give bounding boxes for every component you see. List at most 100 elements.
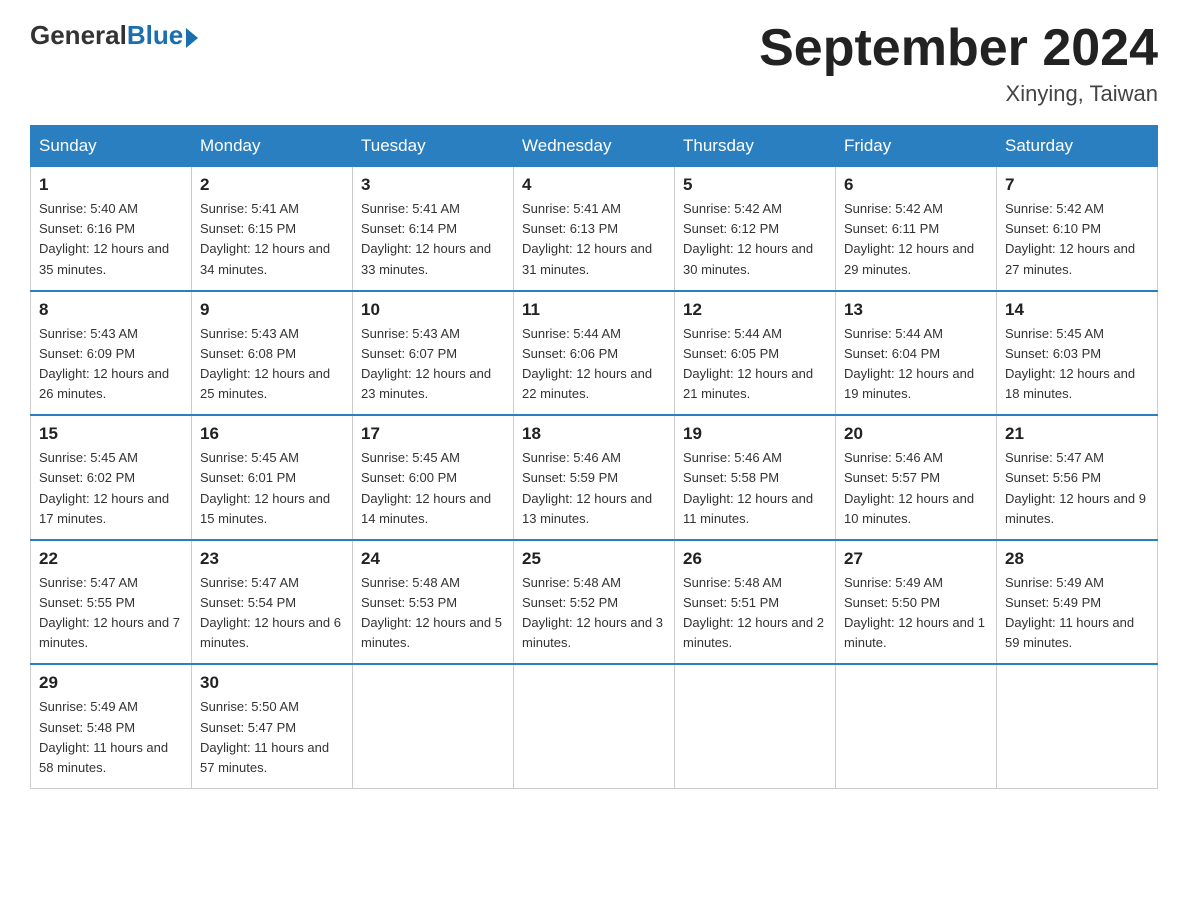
day-cell: 1 Sunrise: 5:40 AMSunset: 6:16 PMDaylight… xyxy=(31,167,192,291)
day-info: Sunrise: 5:47 AMSunset: 5:56 PMDaylight:… xyxy=(1005,448,1149,529)
header-wednesday: Wednesday xyxy=(514,126,675,167)
day-cell: 17 Sunrise: 5:45 AMSunset: 6:00 PMDayligh… xyxy=(353,415,514,540)
day-number: 20 xyxy=(844,424,988,444)
location: Xinying, Taiwan xyxy=(759,81,1158,107)
day-cell: 10 Sunrise: 5:43 AMSunset: 6:07 PMDayligh… xyxy=(353,291,514,416)
day-info: Sunrise: 5:45 AMSunset: 6:03 PMDaylight:… xyxy=(1005,324,1149,405)
day-number: 16 xyxy=(200,424,344,444)
day-info: Sunrise: 5:43 AMSunset: 6:09 PMDaylight:… xyxy=(39,324,183,405)
day-number: 3 xyxy=(361,175,505,195)
day-cell: 5 Sunrise: 5:42 AMSunset: 6:12 PMDaylight… xyxy=(675,167,836,291)
day-cell: 21 Sunrise: 5:47 AMSunset: 5:56 PMDayligh… xyxy=(997,415,1158,540)
day-number: 23 xyxy=(200,549,344,569)
day-info: Sunrise: 5:47 AMSunset: 5:55 PMDaylight:… xyxy=(39,573,183,654)
day-number: 1 xyxy=(39,175,183,195)
day-info: Sunrise: 5:45 AMSunset: 6:02 PMDaylight:… xyxy=(39,448,183,529)
week-row-2: 8Sunrise: 5:43 AMSunset: 6:09 PMDaylight… xyxy=(31,291,1158,416)
logo-blue-text: Blue xyxy=(127,20,183,51)
day-number: 25 xyxy=(522,549,666,569)
logo-general-text: General xyxy=(30,20,127,51)
day-cell: 11 Sunrise: 5:44 AMSunset: 6:06 PMDayligh… xyxy=(514,291,675,416)
day-cell: 14 Sunrise: 5:45 AMSunset: 6:03 PMDayligh… xyxy=(997,291,1158,416)
day-info: Sunrise: 5:50 AMSunset: 5:47 PMDaylight:… xyxy=(200,697,344,778)
day-info: Sunrise: 5:41 AMSunset: 6:14 PMDaylight:… xyxy=(361,199,505,280)
day-cell: 26 Sunrise: 5:48 AMSunset: 5:51 PMDayligh… xyxy=(675,540,836,665)
day-number: 4 xyxy=(522,175,666,195)
day-info: Sunrise: 5:46 AMSunset: 5:57 PMDaylight:… xyxy=(844,448,988,529)
day-info: Sunrise: 5:43 AMSunset: 6:07 PMDaylight:… xyxy=(361,324,505,405)
day-cell xyxy=(675,664,836,788)
day-cell: 28 Sunrise: 5:49 AMSunset: 5:49 PMDayligh… xyxy=(997,540,1158,665)
day-info: Sunrise: 5:45 AMSunset: 6:01 PMDaylight:… xyxy=(200,448,344,529)
day-info: Sunrise: 5:44 AMSunset: 6:04 PMDaylight:… xyxy=(844,324,988,405)
header-friday: Friday xyxy=(836,126,997,167)
day-info: Sunrise: 5:49 AMSunset: 5:49 PMDaylight:… xyxy=(1005,573,1149,654)
day-cell: 18 Sunrise: 5:46 AMSunset: 5:59 PMDayligh… xyxy=(514,415,675,540)
day-cell: 24 Sunrise: 5:48 AMSunset: 5:53 PMDayligh… xyxy=(353,540,514,665)
day-info: Sunrise: 5:48 AMSunset: 5:53 PMDaylight:… xyxy=(361,573,505,654)
day-number: 26 xyxy=(683,549,827,569)
day-cell: 7Sunrise: 5:42 AMSunset: 6:10 PMDaylight… xyxy=(997,167,1158,291)
week-row-5: 29Sunrise: 5:49 AMSunset: 5:48 PMDayligh… xyxy=(31,664,1158,788)
day-cell: 27 Sunrise: 5:49 AMSunset: 5:50 PMDayligh… xyxy=(836,540,997,665)
day-info: Sunrise: 5:49 AMSunset: 5:50 PMDaylight:… xyxy=(844,573,988,654)
title-section: September 2024 Xinying, Taiwan xyxy=(759,20,1158,107)
day-number: 10 xyxy=(361,300,505,320)
day-info: Sunrise: 5:49 AMSunset: 5:48 PMDaylight:… xyxy=(39,697,183,778)
logo: General Blue xyxy=(30,20,198,51)
day-info: Sunrise: 5:47 AMSunset: 5:54 PMDaylight:… xyxy=(200,573,344,654)
day-cell: 2 Sunrise: 5:41 AMSunset: 6:15 PMDaylight… xyxy=(192,167,353,291)
day-info: Sunrise: 5:42 AMSunset: 6:11 PMDaylight:… xyxy=(844,199,988,280)
day-cell: 19 Sunrise: 5:46 AMSunset: 5:58 PMDayligh… xyxy=(675,415,836,540)
calendar-title: September 2024 xyxy=(759,20,1158,77)
day-number: 6 xyxy=(844,175,988,195)
day-number: 14 xyxy=(1005,300,1149,320)
header-thursday: Thursday xyxy=(675,126,836,167)
day-info: Sunrise: 5:48 AMSunset: 5:51 PMDaylight:… xyxy=(683,573,827,654)
day-info: Sunrise: 5:40 AMSunset: 6:16 PMDaylight:… xyxy=(39,199,183,280)
week-row-3: 15Sunrise: 5:45 AMSunset: 6:02 PMDayligh… xyxy=(31,415,1158,540)
logo-arrow-icon xyxy=(186,28,198,48)
day-cell: 25Sunrise: 5:48 AMSunset: 5:52 PMDayligh… xyxy=(514,540,675,665)
day-number: 11 xyxy=(522,300,666,320)
day-info: Sunrise: 5:46 AMSunset: 5:59 PMDaylight:… xyxy=(522,448,666,529)
day-info: Sunrise: 5:41 AMSunset: 6:15 PMDaylight:… xyxy=(200,199,344,280)
day-number: 5 xyxy=(683,175,827,195)
day-cell: 15Sunrise: 5:45 AMSunset: 6:02 PMDayligh… xyxy=(31,415,192,540)
day-number: 27 xyxy=(844,549,988,569)
day-number: 7 xyxy=(1005,175,1149,195)
day-cell: 8Sunrise: 5:43 AMSunset: 6:09 PMDaylight… xyxy=(31,291,192,416)
day-number: 24 xyxy=(361,549,505,569)
day-cell xyxy=(997,664,1158,788)
day-cell xyxy=(514,664,675,788)
day-info: Sunrise: 5:45 AMSunset: 6:00 PMDaylight:… xyxy=(361,448,505,529)
header-saturday: Saturday xyxy=(997,126,1158,167)
header-tuesday: Tuesday xyxy=(353,126,514,167)
day-number: 2 xyxy=(200,175,344,195)
day-number: 17 xyxy=(361,424,505,444)
day-number: 21 xyxy=(1005,424,1149,444)
calendar-table: SundayMondayTuesdayWednesdayThursdayFrid… xyxy=(30,125,1158,789)
day-info: Sunrise: 5:41 AMSunset: 6:13 PMDaylight:… xyxy=(522,199,666,280)
day-cell: 29Sunrise: 5:49 AMSunset: 5:48 PMDayligh… xyxy=(31,664,192,788)
day-number: 9 xyxy=(200,300,344,320)
day-number: 19 xyxy=(683,424,827,444)
day-number: 18 xyxy=(522,424,666,444)
day-cell: 20 Sunrise: 5:46 AMSunset: 5:57 PMDayligh… xyxy=(836,415,997,540)
header-monday: Monday xyxy=(192,126,353,167)
day-info: Sunrise: 5:43 AMSunset: 6:08 PMDaylight:… xyxy=(200,324,344,405)
day-info: Sunrise: 5:44 AMSunset: 6:05 PMDaylight:… xyxy=(683,324,827,405)
day-number: 28 xyxy=(1005,549,1149,569)
day-info: Sunrise: 5:44 AMSunset: 6:06 PMDaylight:… xyxy=(522,324,666,405)
day-cell: 9 Sunrise: 5:43 AMSunset: 6:08 PMDaylight… xyxy=(192,291,353,416)
day-number: 22 xyxy=(39,549,183,569)
week-row-1: 1 Sunrise: 5:40 AMSunset: 6:16 PMDaylight… xyxy=(31,167,1158,291)
day-cell: 23 Sunrise: 5:47 AMSunset: 5:54 PMDayligh… xyxy=(192,540,353,665)
header-row: SundayMondayTuesdayWednesdayThursdayFrid… xyxy=(31,126,1158,167)
day-cell: 3 Sunrise: 5:41 AMSunset: 6:14 PMDaylight… xyxy=(353,167,514,291)
day-cell: 4 Sunrise: 5:41 AMSunset: 6:13 PMDaylight… xyxy=(514,167,675,291)
day-info: Sunrise: 5:42 AMSunset: 6:12 PMDaylight:… xyxy=(683,199,827,280)
day-number: 12 xyxy=(683,300,827,320)
day-info: Sunrise: 5:46 AMSunset: 5:58 PMDaylight:… xyxy=(683,448,827,529)
page-header: General Blue September 2024 Xinying, Tai… xyxy=(30,20,1158,107)
